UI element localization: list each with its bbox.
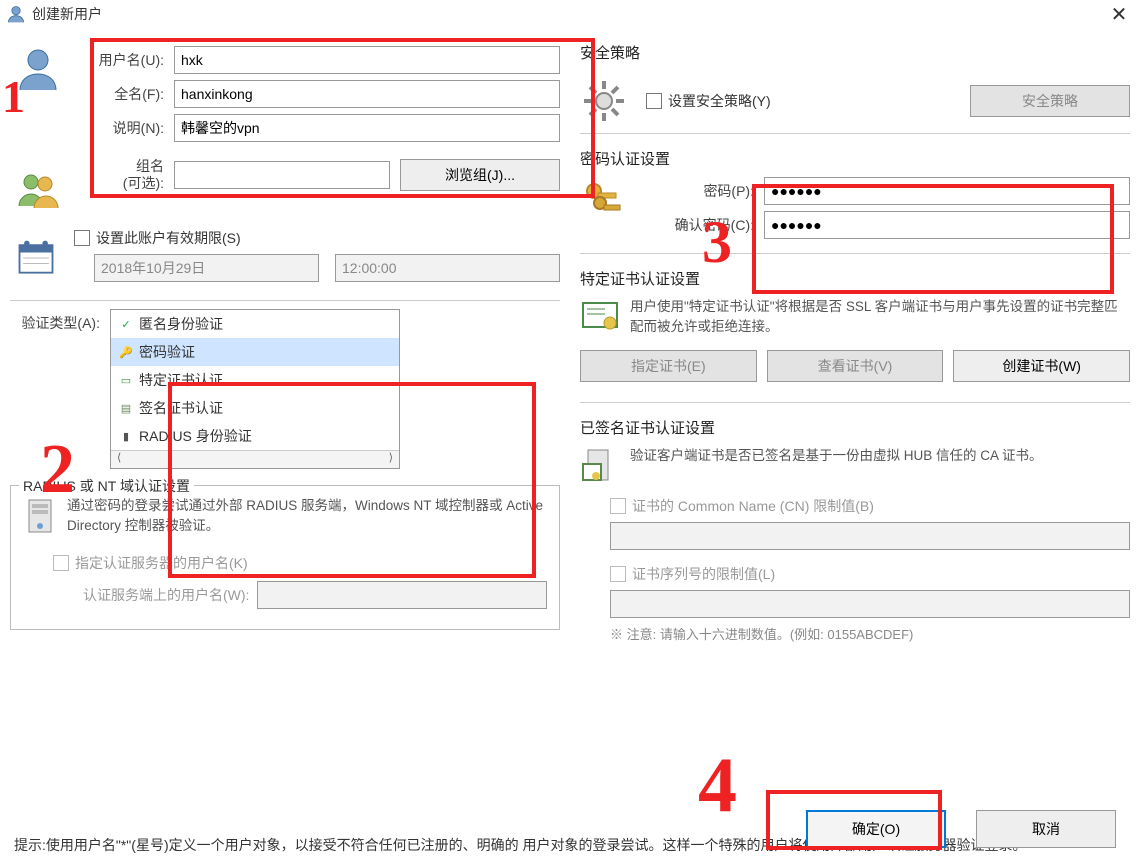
app-icon	[6, 4, 26, 24]
auth-type-listbox[interactable]: ✓ 匿名身份验证 🔑 密码验证 ▭ 特定证书认证 ▤ 签名证书认证 ▮ RADIUS 身份验证 ⟨…	[110, 309, 400, 469]
radius-legend: RADIUS 或 NT 域认证设置	[19, 476, 194, 496]
listbox-hscroll[interactable]: ⟨ ⟩	[111, 450, 399, 468]
signed-cert-desc: 验证客户端证书是否已签名是基于一份由虚拟 HUB 信任的 CA 证书。	[630, 446, 1130, 466]
scroll-right-icon[interactable]: ⟩	[389, 451, 393, 468]
auth-option[interactable]: ✓ 匿名身份验证	[111, 310, 399, 338]
auth-type-label: 验证类型(A):	[10, 313, 100, 333]
auth-item-label: 签名证书认证	[139, 398, 223, 418]
fullname-label: 全名(F):	[74, 84, 164, 104]
password-label: 密码(P):	[634, 181, 754, 201]
keys-icon	[580, 177, 624, 245]
auth-item-icon: ▮	[119, 429, 133, 443]
calendar-icon	[14, 236, 62, 284]
auth-item-icon: ✓	[119, 317, 133, 331]
fullname-input[interactable]	[174, 80, 560, 108]
expire-label: 设置此账户有效期限(S)	[96, 228, 241, 248]
group-icon	[14, 166, 62, 214]
view-cert-button: 查看证书(V)	[767, 350, 944, 382]
password-input[interactable]	[764, 177, 1130, 205]
left-column: 用户名(U): 全名(F): 说明(N):	[10, 36, 560, 643]
specify-cert-button: 指定证书(E)	[580, 350, 757, 382]
cert-desc: 用户使用"特定证书认证"将根据是否 SSL 客户端证书与用户事先设置的证书完整匹…	[630, 297, 1130, 338]
annotation-num-4: 4	[698, 740, 737, 830]
group-input[interactable]	[174, 161, 390, 189]
radius-username-input	[257, 581, 547, 609]
sn-limit-checkbox: 证书序列号的限制值(L)	[610, 564, 1130, 584]
group-label: 组名 (可选):	[74, 158, 164, 192]
ok-button[interactable]: 确定(O)	[806, 810, 946, 848]
desc-input[interactable]	[174, 114, 560, 142]
sn-limit-input	[610, 590, 1130, 618]
close-icon[interactable]: ✕	[1104, 2, 1134, 27]
auth-option[interactable]: ▭ 特定证书认证	[111, 366, 399, 394]
radius-username-label: 认证服务端上的用户名(W):	[83, 585, 249, 605]
security-title: 安全策略	[580, 42, 1130, 63]
create-cert-button[interactable]: 创建证书(W)	[953, 350, 1130, 382]
username-label: 用户名(U):	[74, 50, 164, 70]
gear-icon	[580, 77, 628, 125]
auth-item-label: RADIUS 身份验证	[139, 426, 252, 446]
cert-title: 特定证书认证设置	[580, 268, 1130, 289]
security-chk-label: 设置安全策略(Y)	[668, 91, 771, 111]
right-column: 安全策略 设置安全策略(Y) 安全策略 密码认证设置 密码(P):	[580, 36, 1130, 643]
server-icon	[23, 496, 57, 539]
signed-cert-title: 已签名证书认证设置	[580, 417, 1130, 438]
auth-option[interactable]: 🔑 密码验证	[111, 338, 399, 366]
auth-item-label: 匿名身份验证	[139, 314, 223, 334]
hex-note: ※ 注意: 请输入十六进制数值。(例如: 0155ABCDEF)	[610, 624, 1130, 643]
titlebar: 创建新用户 ✕	[0, 0, 1140, 28]
username-input[interactable]	[174, 46, 560, 74]
auth-option[interactable]: ▮ RADIUS 身份验证	[111, 422, 399, 450]
auth-item-icon: ▤	[119, 401, 133, 415]
expire-time-input	[335, 254, 560, 282]
cancel-button[interactable]: 取消	[976, 810, 1116, 848]
cn-limit-checkbox: 证书的 Common Name (CN) 限制值(B)	[610, 496, 1130, 516]
radius-desc: 通过密码的登录尝试通过外部 RADIUS 服务端，Windows NT 域控制器…	[67, 496, 547, 539]
window-title: 创建新用户	[32, 4, 1104, 24]
auth-option[interactable]: ▤ 签名证书认证	[111, 394, 399, 422]
security-policy-button: 安全策略	[970, 85, 1130, 117]
auth-item-icon: ▭	[119, 373, 133, 387]
cert-icon	[580, 297, 620, 337]
desc-label: 说明(N):	[74, 118, 164, 138]
radius-username-checkbox: 指定认证服务器的用户名(K)	[53, 553, 547, 573]
radius-chk-label: 指定认证服务器的用户名(K)	[75, 553, 248, 573]
confirm-password-label: 确认密码(C):	[634, 215, 754, 235]
password-title: 密码认证设置	[580, 148, 1130, 169]
cn-limit-input	[610, 522, 1130, 550]
auth-item-label: 密码验证	[139, 342, 195, 362]
security-policy-checkbox[interactable]: 设置安全策略(Y)	[646, 91, 771, 111]
signed-cert-icon	[580, 446, 620, 486]
auth-item-icon: 🔑	[119, 345, 133, 359]
expire-checkbox[interactable]: 设置此账户有效期限(S)	[74, 228, 560, 248]
sn-limit-label: 证书序列号的限制值(L)	[632, 564, 775, 584]
radius-fieldset: RADIUS 或 NT 域认证设置 通过密码的登录尝试通过外部 RADIUS 服…	[10, 485, 560, 630]
cn-limit-label: 证书的 Common Name (CN) 限制值(B)	[632, 496, 874, 516]
auth-item-label: 特定证书认证	[139, 370, 223, 390]
expire-date-input	[94, 254, 319, 282]
browse-group-button[interactable]: 浏览组(J)...	[400, 159, 560, 191]
user-large-icon	[14, 44, 62, 92]
confirm-password-input[interactable]	[764, 211, 1130, 239]
